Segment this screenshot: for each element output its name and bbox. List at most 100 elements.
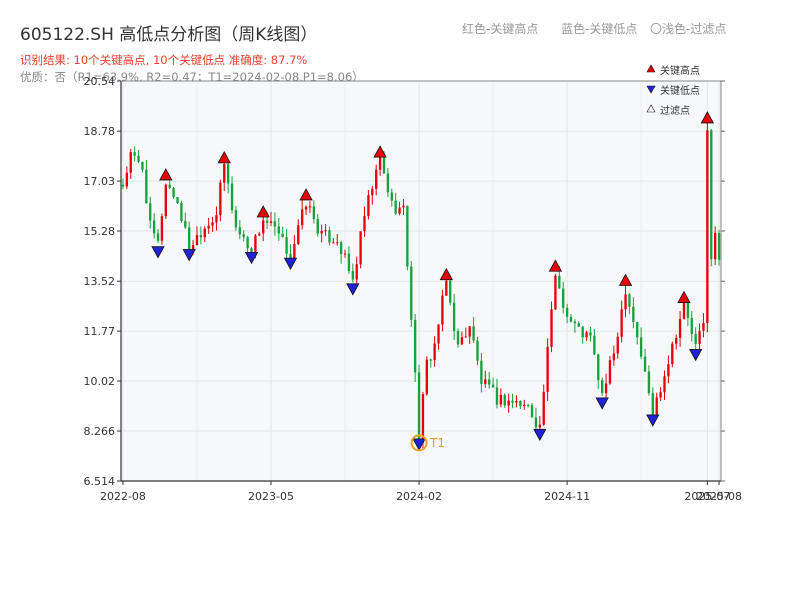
candle-body <box>437 324 440 344</box>
candle-body <box>558 275 561 289</box>
candle-body <box>152 220 156 234</box>
candle-body <box>351 271 354 280</box>
candle-body <box>188 227 191 251</box>
y-tick-label: 11.77 <box>84 325 116 338</box>
candle-body <box>219 182 222 216</box>
candle-body <box>530 405 534 418</box>
candle-body <box>226 164 230 184</box>
candle-body <box>488 379 491 385</box>
candle-body <box>690 318 693 335</box>
candle-body <box>297 225 300 244</box>
candle-body <box>464 336 467 338</box>
candle-body <box>678 319 682 338</box>
candle-body <box>628 294 631 307</box>
x-tick-label: 2023-05 <box>248 490 294 503</box>
candle-body <box>503 394 506 406</box>
candle-body <box>336 242 339 244</box>
candle-body <box>636 321 639 338</box>
y-tick-label: 10.02 <box>84 375 116 388</box>
candle-body <box>141 161 144 170</box>
candle-body <box>215 215 218 223</box>
candle-body <box>538 424 541 428</box>
candle-body <box>211 222 214 226</box>
candle-body <box>246 237 249 249</box>
candle-body <box>176 197 179 204</box>
candle-body <box>324 230 327 232</box>
candle-body <box>281 233 284 238</box>
candle-body <box>133 152 136 156</box>
x-tick-label: 2025-08 <box>696 490 742 503</box>
candle-body <box>273 221 277 227</box>
candle-body <box>164 184 167 217</box>
candle-body <box>386 173 390 193</box>
legend-high-icon <box>646 64 656 73</box>
candle-body <box>632 306 635 322</box>
candle-body <box>663 376 666 393</box>
candle-body <box>460 337 464 345</box>
candle-body <box>589 332 592 336</box>
candle-body <box>476 340 479 361</box>
y-tick-label: 13.52 <box>84 275 116 288</box>
candle-body <box>698 330 701 344</box>
candle-body <box>710 130 713 260</box>
candle-body <box>265 220 269 223</box>
candle-body <box>694 334 697 344</box>
candlestick-chart: T1 20.54 18.78 17.03 15.28 13.52 11.77 10.02 8.2… <box>84 64 743 503</box>
y-tick-label: 8.266 <box>84 425 116 438</box>
candle-body <box>398 207 401 214</box>
candle-body <box>339 242 343 255</box>
candle-body <box>199 235 203 238</box>
candle-body <box>577 323 580 327</box>
y-tick-label: 18.78 <box>84 125 116 138</box>
candle-body <box>659 392 662 398</box>
candle-body <box>406 205 409 267</box>
candle-body <box>121 184 125 187</box>
candle-body <box>223 164 226 183</box>
candle-body <box>573 321 577 324</box>
candle-body <box>269 221 273 223</box>
candle-body <box>234 210 238 228</box>
candle-body <box>371 188 374 196</box>
candle-body <box>203 228 206 238</box>
candle-body <box>608 360 612 384</box>
candle-body <box>312 206 316 220</box>
candle-body <box>647 371 651 394</box>
candle-body <box>523 404 526 407</box>
candle-body <box>285 237 288 254</box>
candle-body <box>262 220 265 234</box>
t1-label: T1 <box>429 436 445 450</box>
candle-body <box>375 169 378 189</box>
candle-body <box>355 264 358 280</box>
candle-body <box>601 380 604 394</box>
candle-body <box>429 359 432 361</box>
candle-body <box>616 336 619 354</box>
candle-body <box>468 326 471 337</box>
candle-body <box>569 316 573 322</box>
candle-body <box>172 187 175 198</box>
candle-body <box>675 337 678 344</box>
candle-body <box>425 359 429 395</box>
candle-body <box>550 309 553 347</box>
x-tick-label: 2024-02 <box>396 490 442 503</box>
candle-body <box>382 156 386 174</box>
y-tick-label: 15.28 <box>84 225 116 238</box>
candle-body <box>643 356 647 372</box>
candle-body <box>682 301 686 320</box>
legend-high-label: 关键高点 <box>660 64 700 77</box>
candle-body <box>417 372 421 443</box>
candle-body <box>515 400 518 403</box>
candle-body <box>441 295 444 325</box>
candle-body <box>480 360 483 384</box>
candle-body <box>702 323 705 331</box>
candle-body <box>156 233 160 241</box>
candle-body <box>452 302 456 332</box>
candle-body <box>367 195 370 217</box>
candle-body <box>308 206 312 208</box>
candle-body <box>542 391 545 425</box>
candle-body <box>706 130 709 324</box>
candle-body <box>129 152 132 173</box>
candle-body <box>125 172 129 187</box>
candle-body <box>495 387 499 405</box>
candle-body <box>378 156 382 170</box>
candle-body <box>686 301 690 319</box>
